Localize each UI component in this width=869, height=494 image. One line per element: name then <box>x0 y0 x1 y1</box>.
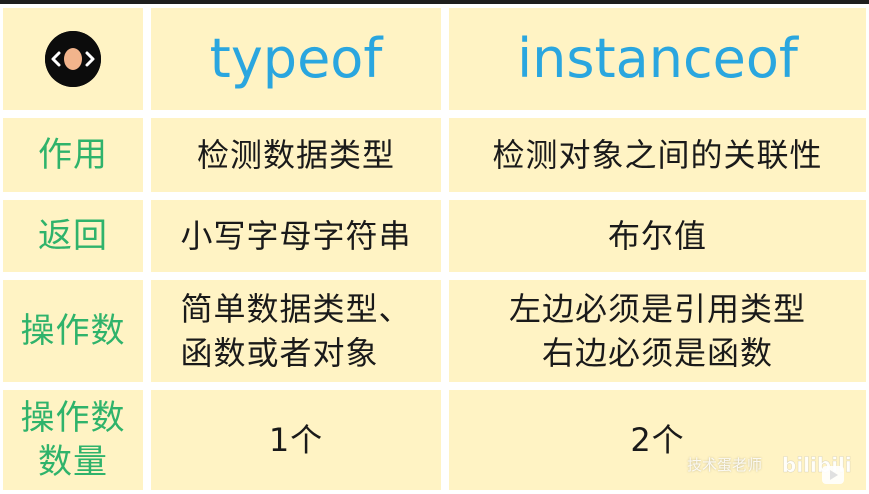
row-operand-count-label: 操作数 数量 <box>3 390 143 490</box>
row-return-label: 返回 <box>3 200 143 272</box>
cell-text: 1个 <box>268 421 324 459</box>
row-label: 操作数 <box>20 311 126 351</box>
row-label: 返回 <box>38 216 108 256</box>
header-logo-cell <box>3 8 143 110</box>
comparison-table: typeof instanceof 作用 检测数据类型 检测对象之间的关联性 返… <box>0 0 869 494</box>
top-border <box>0 0 869 4</box>
code-bracket-face-icon <box>45 31 101 87</box>
logo-glyph <box>45 31 101 87</box>
author-watermark: 技术蛋老师 <box>687 456 763 474</box>
row-label: 作用 <box>38 135 108 175</box>
label-stack: 操作数 数量 <box>21 396 126 484</box>
cell-text: 检测对象之间的关联性 <box>492 136 823 174</box>
cell-text: 小写字母字符串 <box>180 217 412 255</box>
cell-text: 检测数据类型 <box>196 136 395 174</box>
header-instanceof-label: instanceof <box>517 27 798 90</box>
row-operand-instanceof: 左边必须是引用类型 右边必须是函数 <box>449 280 866 382</box>
header-typeof: typeof <box>151 8 441 110</box>
cell-text: 2个 <box>630 421 685 459</box>
cell-stack: 左边必须是引用类型 右边必须是函数 <box>509 287 806 375</box>
cell-line: 函数或者对象 <box>180 334 379 372</box>
cell-line: 左边必须是引用类型 <box>508 290 806 328</box>
row-operand-count-typeof: 1个 <box>151 390 441 490</box>
row-return-typeof: 小写字母字符串 <box>151 200 441 272</box>
header-instanceof: instanceof <box>449 8 866 110</box>
row-operand-label: 操作数 <box>3 280 143 382</box>
cell-text: 布尔值 <box>607 217 707 255</box>
header-typeof-label: typeof <box>209 27 383 90</box>
bilibili-logo-icon: bilibili <box>782 453 852 484</box>
row-operand-typeof: 简单数据类型、 函数或者对象 <box>151 280 441 382</box>
row-purpose-typeof: 检测数据类型 <box>151 118 441 192</box>
row-purpose-instanceof: 检测对象之间的关联性 <box>449 118 866 192</box>
row-label-line: 数量 <box>38 442 108 482</box>
row-label-line: 操作数 <box>20 398 126 438</box>
cell-stack: 简单数据类型、 函数或者对象 <box>180 287 411 375</box>
cell-line: 右边必须是函数 <box>541 334 773 372</box>
row-return-instanceof: 布尔值 <box>449 200 866 272</box>
row-purpose-label: 作用 <box>3 118 143 192</box>
cell-line: 简单数据类型、 <box>180 290 412 328</box>
